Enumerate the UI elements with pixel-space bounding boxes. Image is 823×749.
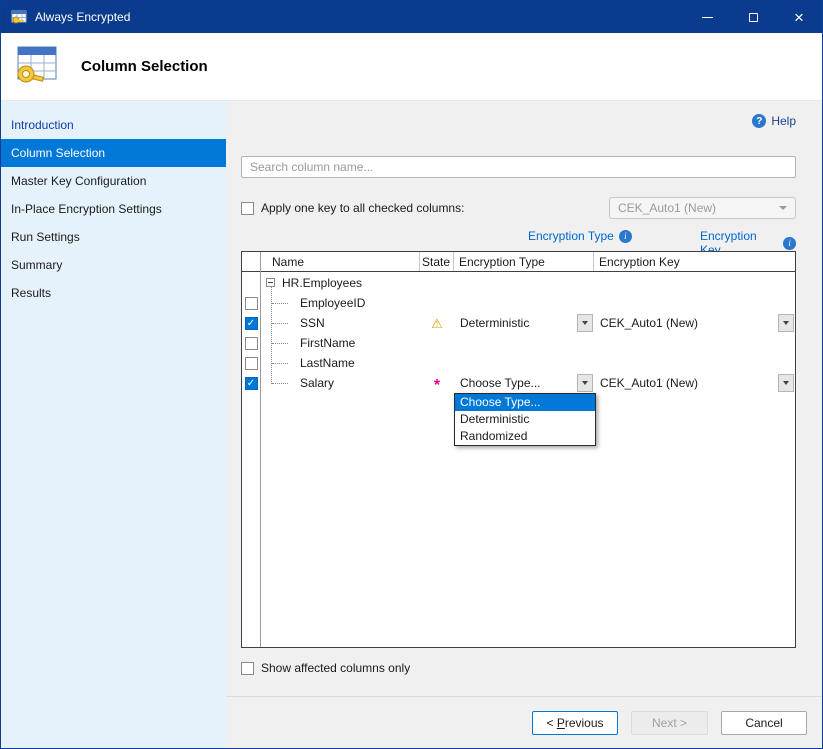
next-button: Next >: [631, 711, 708, 735]
previous-button[interactable]: < Previous: [532, 711, 618, 735]
page-title: Column Selection: [81, 58, 208, 75]
dropdown-item[interactable]: Randomized: [455, 428, 595, 445]
chevron-down-icon: [779, 206, 787, 210]
show-affected-checkbox[interactable]: [241, 662, 254, 675]
window-title: Always Encrypted: [35, 10, 130, 24]
dropdown-arrow-button[interactable]: [577, 374, 593, 392]
maximize-button[interactable]: [730, 1, 776, 33]
triangle-down-icon: [582, 321, 588, 325]
warning-icon: ⚠: [431, 317, 443, 330]
info-icon: i: [619, 230, 632, 243]
titlebar: Always Encrypted ×: [1, 1, 822, 33]
search-input[interactable]: [241, 156, 796, 178]
app-icon: [11, 9, 27, 25]
help-icon: ?: [752, 114, 766, 128]
always-encrypted-window: Always Encrypted × Column Selection: [0, 0, 823, 749]
column-links-row: Encryption Type i Encryption Key i: [241, 229, 796, 244]
grid-header: Name State Encryption Type Encryption Ke…: [242, 252, 795, 272]
sidebar-item-summary[interactable]: Summary: [1, 251, 226, 279]
dropdown-arrow-button[interactable]: [577, 314, 593, 332]
dropdown-arrow-button[interactable]: [778, 314, 794, 332]
apply-key-checkbox[interactable]: [241, 202, 254, 215]
row-checkbox[interactable]: ✓: [245, 317, 258, 330]
window-controls: ×: [684, 1, 822, 33]
wizard-sidebar: Introduction Column Selection Master Key…: [1, 101, 226, 748]
table-row: ✓ Salary * Choose Type... CEK_Auto1 (New…: [242, 373, 795, 393]
column-selection-icon: [13, 45, 61, 89]
apply-key-row: Apply one key to all checked columns: CE…: [241, 197, 796, 219]
row-checkbox[interactable]: [245, 337, 258, 350]
row-name: EmployeeID: [300, 296, 365, 310]
cek-combo-value: CEK_Auto1 (New): [618, 201, 716, 215]
help-link[interactable]: ? Help: [241, 111, 796, 131]
maximize-icon: [749, 13, 758, 22]
header-checkbox-column: [242, 252, 260, 271]
info-icon: i: [783, 237, 796, 250]
triangle-down-icon: [783, 381, 789, 385]
show-affected-row: Show affected columns only: [241, 661, 796, 675]
encryption-type-dropdown: Choose Type... Deterministic Randomized: [454, 393, 596, 446]
header-encryption-type: Encryption Type: [454, 252, 594, 271]
columns-grid: Name State Encryption Type Encryption Ke…: [241, 251, 796, 648]
main-panel: ? Help Apply one key to all checked colu…: [226, 101, 822, 748]
table-row: EmployeeID: [242, 293, 795, 313]
grid-body: HR.Employees EmployeeID: [242, 273, 795, 647]
dropdown-item[interactable]: Deterministic: [455, 411, 595, 428]
row-checkbox[interactable]: [245, 357, 258, 370]
cek-combo[interactable]: CEK_Auto1 (New): [609, 197, 796, 219]
header-name: Name: [260, 252, 420, 271]
table-row: LastName: [242, 353, 795, 373]
table-row: HR.Employees: [242, 273, 795, 293]
cancel-button[interactable]: Cancel: [721, 711, 807, 735]
collapse-expander-icon[interactable]: [266, 278, 275, 287]
encryption-key-combo[interactable]: CEK_Auto1 (New): [594, 313, 795, 333]
row-name: Salary: [300, 376, 334, 390]
row-name: LastName: [300, 356, 355, 370]
dropdown-arrow-button[interactable]: [778, 374, 794, 392]
row-name: SSN: [300, 316, 325, 330]
apply-key-label: Apply one key to all checked columns:: [261, 201, 464, 215]
sidebar-item-introduction[interactable]: Introduction: [1, 111, 226, 139]
minimize-button[interactable]: [684, 1, 730, 33]
sidebar-item-column-selection[interactable]: Column Selection: [1, 139, 226, 167]
row-name: FirstName: [300, 336, 355, 350]
close-button[interactable]: ×: [776, 1, 822, 33]
close-icon: ×: [794, 9, 804, 26]
sidebar-item-results[interactable]: Results: [1, 279, 226, 307]
encryption-type-link[interactable]: Encryption Type i: [528, 229, 632, 243]
header-state: State: [420, 252, 454, 271]
table-row: FirstName: [242, 333, 795, 353]
dropdown-item[interactable]: Choose Type...: [455, 394, 595, 411]
encryption-type-combo[interactable]: Choose Type...: [454, 373, 594, 393]
minimize-icon: [702, 17, 713, 18]
triangle-down-icon: [582, 381, 588, 385]
row-name: HR.Employees: [282, 276, 362, 290]
triangle-down-icon: [783, 321, 789, 325]
encryption-type-combo[interactable]: Deterministic: [454, 313, 594, 333]
sidebar-item-master-key-configuration[interactable]: Master Key Configuration: [1, 167, 226, 195]
page-header: Column Selection: [1, 33, 822, 101]
row-checkbox[interactable]: ✓: [245, 377, 258, 390]
show-affected-label: Show affected columns only: [261, 661, 410, 675]
sidebar-item-run-settings[interactable]: Run Settings: [1, 223, 226, 251]
help-label: Help: [771, 114, 796, 128]
encryption-key-combo[interactable]: CEK_Auto1 (New): [594, 373, 795, 393]
sidebar-item-in-place-encryption-settings[interactable]: In-Place Encryption Settings: [1, 195, 226, 223]
table-row: ✓ SSN ⚠ Deterministic CEK_Auto1 (New): [242, 313, 795, 333]
row-checkbox[interactable]: [245, 297, 258, 310]
required-icon: *: [434, 381, 440, 391]
footer: < Previous Next > Cancel: [226, 696, 822, 748]
header-encryption-key: Encryption Key: [594, 252, 795, 271]
